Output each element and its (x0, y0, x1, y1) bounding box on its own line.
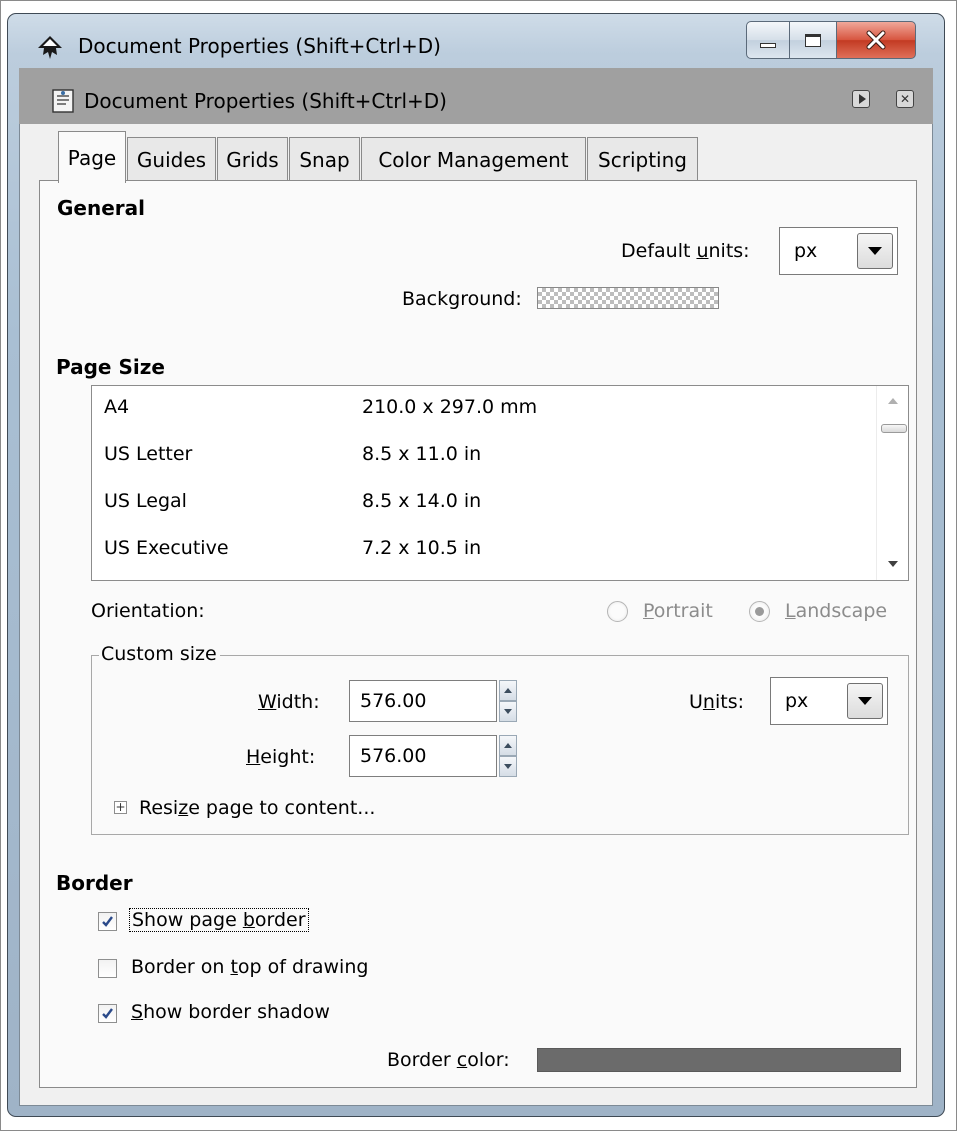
height-decrement[interactable] (499, 756, 517, 777)
width-label: Width: (258, 691, 320, 713)
page-size-name: A4 (104, 396, 130, 418)
list-item[interactable]: US Legal 8.5 x 14.0 in (92, 482, 872, 528)
list-item[interactable]: A4 210.0 x 297.0 mm (92, 388, 872, 434)
height-input[interactable]: 576.00 (349, 735, 497, 777)
border-on-top-label[interactable]: Border on top of drawing (131, 956, 368, 978)
landscape-radio[interactable] (749, 601, 770, 622)
scroll-up-arrow-icon[interactable] (888, 398, 898, 404)
background-label: Background: (402, 288, 522, 310)
page-size-name: US Legal (104, 490, 187, 512)
document-properties-icon (50, 88, 76, 114)
portrait-label: Portrait (643, 600, 713, 622)
chevron-down-icon (857, 233, 893, 269)
default-units-label: Default units: (621, 240, 750, 262)
page-size-dimensions: 8.5 x 14.0 in (362, 490, 482, 512)
background-color-swatch[interactable] (537, 287, 719, 309)
height-label: Height: (246, 746, 316, 768)
minimize-icon (760, 42, 776, 48)
portrait-radio[interactable] (607, 601, 628, 622)
chevron-down-icon (847, 683, 883, 719)
scroll-thumb[interactable] (881, 424, 907, 433)
page-size-section-title: Page Size (56, 355, 165, 379)
tab-snap[interactable]: Snap (289, 137, 360, 181)
list-item[interactable]: US Executive 7.2 x 10.5 in (92, 529, 872, 575)
custom-size-group-label: Custom size (99, 643, 220, 665)
dock-iconify-button[interactable] (852, 90, 870, 108)
width-decrement[interactable] (499, 701, 517, 722)
page-size-dimensions: 7.2 x 10.5 in (362, 537, 482, 559)
play-icon (858, 94, 866, 104)
units-value: px (785, 690, 809, 712)
tab-guides[interactable]: Guides (127, 137, 216, 181)
close-icon (866, 30, 886, 50)
page-tab-panel (39, 180, 917, 1088)
window-title: Document Properties (Shift+Ctrl+D) (78, 34, 441, 58)
page-size-list: A4 210.0 x 297.0 mm US Letter 8.5 x 11.0… (91, 385, 909, 581)
general-section-title: General (57, 196, 145, 220)
default-units-select[interactable]: px (779, 227, 898, 275)
border-section-title: Border (56, 871, 133, 895)
show-border-shadow-label[interactable]: Show border shadow (131, 1001, 330, 1023)
width-input[interactable]: 576.00 (349, 680, 497, 722)
orientation-label: Orientation: (91, 600, 205, 622)
tab-scripting[interactable]: Scripting (587, 137, 698, 181)
inkscape-logo-icon (36, 35, 64, 61)
dock-title: Document Properties (Shift+Ctrl+D) (84, 89, 447, 113)
maximize-button[interactable] (789, 21, 837, 59)
tab-color-management[interactable]: Color Management (361, 137, 586, 181)
units-select[interactable]: px (770, 677, 888, 725)
scroll-down-arrow-icon[interactable] (888, 561, 898, 567)
show-page-border-checkbox[interactable] (98, 912, 117, 931)
height-increment[interactable] (499, 735, 517, 756)
list-item[interactable]: US Letter 8.5 x 11.0 in (92, 435, 872, 481)
page-size-dimensions: 8.5 x 11.0 in (362, 443, 482, 465)
border-color-label: Border color: (387, 1049, 510, 1071)
tab-page[interactable]: Page (58, 131, 126, 183)
page-size-name: US Letter (104, 443, 193, 465)
resize-page-to-content-expander[interactable]: Resize page to content... (139, 797, 375, 819)
close-button[interactable] (836, 21, 916, 59)
expand-plus-icon[interactable]: + (114, 801, 127, 814)
checkmark-icon (102, 916, 113, 927)
maximize-icon (805, 33, 821, 47)
minimize-button[interactable] (746, 21, 790, 59)
default-units-value: px (794, 240, 818, 262)
page-size-name: US Executive (104, 537, 229, 559)
page-size-dimensions: 210.0 x 297.0 mm (362, 396, 538, 418)
close-icon: ✕ (899, 92, 911, 106)
height-stepper[interactable] (499, 735, 517, 777)
width-increment[interactable] (499, 680, 517, 701)
border-on-top-checkbox[interactable] (98, 959, 117, 978)
landscape-label: Landscape (785, 600, 888, 622)
width-stepper[interactable] (499, 680, 517, 722)
show-page-border-label[interactable]: Show page border (129, 908, 309, 932)
checkmark-icon (102, 1008, 113, 1019)
tab-grids[interactable]: Grids (217, 137, 288, 181)
border-color-swatch[interactable] (537, 1048, 901, 1072)
dock-close-button[interactable]: ✕ (896, 90, 914, 108)
page-size-scrollbar[interactable] (876, 386, 908, 580)
units-label: Units: (689, 691, 744, 713)
show-border-shadow-checkbox[interactable] (98, 1004, 117, 1023)
